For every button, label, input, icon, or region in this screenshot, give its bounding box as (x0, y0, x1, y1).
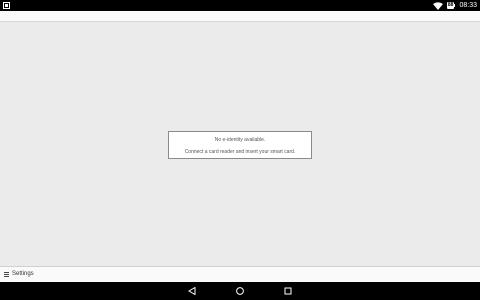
settings-button[interactable]: Settings (4, 271, 34, 277)
home-button[interactable] (230, 282, 250, 300)
no-identity-message: No e-identity available. Connect a card … (168, 131, 312, 159)
message-body: Connect a card reader and insert your sm… (184, 149, 296, 155)
home-icon (236, 287, 244, 295)
clock: 08:33 (459, 2, 477, 9)
battery-icon: 88 (446, 2, 456, 9)
message-title: No e-identity available. (214, 137, 266, 143)
recents-button[interactable] (278, 282, 298, 300)
status-bar: 88 08:33 (0, 0, 480, 11)
wifi-icon (432, 1, 443, 10)
battery-level: 88 (446, 2, 455, 9)
back-button[interactable] (182, 282, 202, 300)
back-icon (188, 287, 196, 295)
settings-label: Settings (12, 271, 34, 277)
app-bar (0, 11, 480, 22)
menu-icon (4, 271, 9, 277)
navigation-bar (0, 282, 480, 300)
bottom-bar: Settings (0, 266, 480, 282)
recents-icon (284, 287, 292, 295)
notification-icon (3, 2, 10, 9)
